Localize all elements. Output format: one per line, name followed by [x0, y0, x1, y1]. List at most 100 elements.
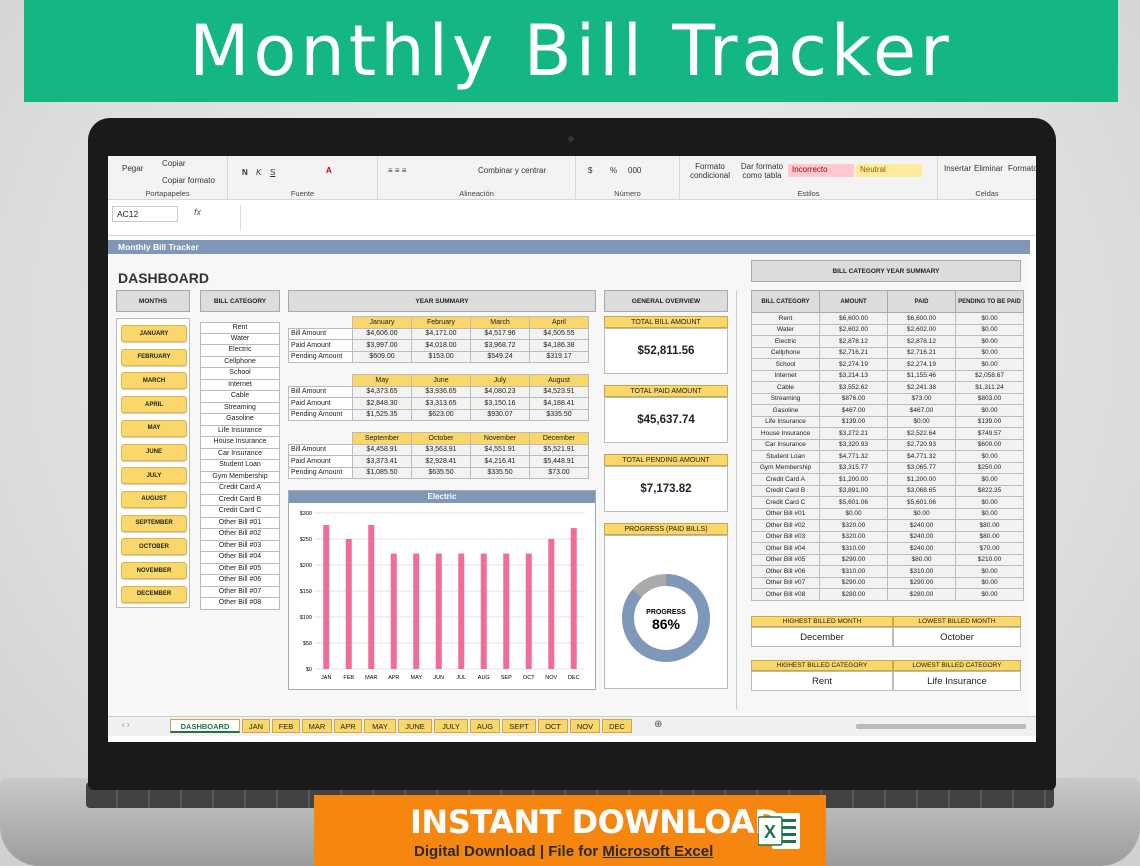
format-table-button[interactable]: Dar formato como tabla	[736, 162, 788, 180]
bcys-cell: $1,200.00	[887, 473, 956, 486]
align-icon[interactable]: ≡ ≡ ≡	[388, 166, 406, 175]
tab-june[interactable]: JUNE	[398, 719, 432, 733]
summary-cell: $4,188.41	[529, 397, 589, 410]
month-col-header: October	[411, 432, 471, 445]
excel-icon-letter: X	[764, 822, 776, 842]
month-button-february[interactable]: FEBRUARY	[121, 348, 187, 366]
summary-cell: $4,018.00	[411, 339, 471, 352]
font-color-icon[interactable]: A	[326, 166, 332, 175]
style-neutral[interactable]: Neutral	[856, 164, 922, 177]
month-button-june[interactable]: JUNE	[121, 443, 187, 461]
category-item: Credit Card C	[200, 506, 280, 518]
bcys-cell: $2,241.38	[887, 381, 956, 394]
bcys-cell: $0.00	[955, 404, 1024, 417]
category-item: Cable	[200, 391, 280, 403]
currency-button[interactable]: $	[588, 166, 592, 175]
bcys-cell: Life Insurance	[751, 415, 820, 428]
month-button-december[interactable]: DECEMBER	[121, 585, 187, 603]
tab-scroll-icon[interactable]: ‹ ›	[122, 720, 130, 729]
bcys-cell: $2,522.64	[887, 427, 956, 440]
bcys-cell: $467.00	[819, 404, 888, 417]
thousands-button[interactable]: 000	[628, 166, 641, 175]
underline-button[interactable]: S	[270, 168, 275, 177]
bcys-cell: $280.00	[819, 588, 888, 601]
bcys-cell: $5,601.06	[887, 496, 956, 509]
bcys-cell: $2,720.93	[887, 438, 956, 451]
add-sheet-icon[interactable]: ⊕	[654, 719, 662, 730]
horizontal-scrollbar[interactable]	[856, 724, 1026, 729]
quarter-table: January February March April Bill Amount $4,6…	[288, 316, 589, 363]
month-button-july[interactable]: JULY	[121, 467, 187, 485]
month-button-may[interactable]: MAY	[121, 419, 187, 437]
bcys-cell: Other Bill #08	[751, 588, 820, 601]
formula-input[interactable]	[240, 205, 1030, 231]
fx-icon[interactable]: fx	[194, 207, 201, 217]
bcys-cell: Other Bill #03	[751, 530, 820, 543]
tab-aug[interactable]: AUG	[470, 719, 500, 733]
delete-button[interactable]: Eliminar	[974, 164, 1003, 173]
x-tick-label: FEB	[343, 675, 354, 681]
merge-center-button[interactable]: Combinar y centrar	[478, 166, 546, 175]
x-tick-label: AUG	[478, 675, 490, 681]
month-button-october[interactable]: OCTOBER	[121, 538, 187, 556]
row-label: Paid Amount	[288, 455, 353, 468]
bcys-col-header: PENDING TO BE PAID	[955, 290, 1024, 313]
bcys-cell: House Insurance	[751, 427, 820, 440]
cond-format-button[interactable]: Formato condicional	[686, 162, 734, 180]
tab-oct[interactable]: OCT	[538, 719, 568, 733]
month-button-november[interactable]: NOVEMBER	[121, 562, 187, 579]
bcys-cell: $290.00	[819, 553, 888, 566]
summary-row: Bill Amount $4,606.00 $4,171.00 $4,517.96 $4…	[288, 327, 589, 340]
tab-nov[interactable]: NOV	[570, 719, 600, 733]
tab-jan[interactable]: JAN	[242, 719, 270, 733]
bcys-cell: Cellphone	[751, 346, 820, 359]
month-button-january[interactable]: JANUARY	[121, 325, 187, 342]
copy-button[interactable]: Copiar	[162, 159, 186, 168]
bcys-row: Credit Card A $1,200.00 $1,200.00 $0.00	[751, 473, 1024, 486]
divider	[736, 290, 737, 710]
tab-apr[interactable]: APR	[334, 719, 362, 733]
bcys-cell: $310.00	[819, 565, 888, 578]
style-bad[interactable]: Incorrecto	[788, 164, 854, 177]
month-button-march[interactable]: MARCH	[121, 372, 187, 390]
bold-button[interactable]: N	[242, 168, 248, 177]
x-tick-label: SEP	[501, 675, 512, 681]
bcys-row: Gasoline $467.00 $467.00 $0.00	[751, 404, 1024, 417]
paste-button[interactable]: Pegar	[122, 164, 143, 173]
highest-cat-value: Rent	[751, 671, 893, 691]
month-button-april[interactable]: APRIL	[121, 396, 187, 414]
insert-button[interactable]: Insertar	[944, 164, 971, 173]
name-box[interactable]: AC12	[112, 206, 178, 222]
bcys-row: Cable $3,552.62 $2,241.38 $1,311.24	[751, 381, 1024, 394]
tab-mar[interactable]: MAR	[302, 719, 332, 733]
format-button[interactable]: Formato	[1008, 164, 1036, 173]
tab-may[interactable]: MAY	[364, 719, 396, 733]
bcys-cell: $6,600.00	[819, 312, 888, 325]
percent-button[interactable]: %	[610, 166, 617, 175]
tab-sept[interactable]: SEPT	[502, 719, 536, 733]
summary-cell: $635.50	[411, 466, 471, 479]
bcys-cell: $0.00	[955, 588, 1024, 601]
bcys-cell: $80.00	[955, 519, 1024, 532]
tab-dashboard[interactable]: DASHBOARD	[170, 719, 240, 733]
bcys-col-header: BILL CATEGORY	[751, 290, 820, 313]
x-tick-label: APR	[388, 675, 399, 681]
download-subtitle: Digital Download | File for Microsoft Ex…	[414, 843, 713, 860]
copy-format-button[interactable]: Copiar formato	[162, 176, 215, 185]
tab-feb[interactable]: FEB	[272, 719, 300, 733]
tab-july[interactable]: JULY	[434, 719, 468, 733]
download-sub-brand: Microsoft Excel	[602, 843, 714, 860]
month-button-august[interactable]: AUGUST	[121, 490, 187, 508]
bcys-cell: $0.00	[955, 335, 1024, 348]
bcys-cell: $6,600.00	[887, 312, 956, 325]
bcys-col-header: PAID	[887, 290, 956, 313]
tab-dec[interactable]: DEC	[602, 719, 632, 733]
x-tick-label: JUL	[456, 675, 466, 681]
italic-button[interactable]: K	[256, 168, 261, 177]
summary-cell: $930.07	[470, 408, 530, 421]
bcys-row: Other Bill #06 $310.00 $310.00 $0.00	[751, 565, 1024, 578]
month-button-september[interactable]: SEPTEMBER	[121, 514, 187, 532]
sheet-titlebar: Monthly Bill Tracker	[108, 240, 1030, 254]
x-tick-label: MAY	[410, 675, 422, 681]
blank-cell	[289, 433, 353, 445]
